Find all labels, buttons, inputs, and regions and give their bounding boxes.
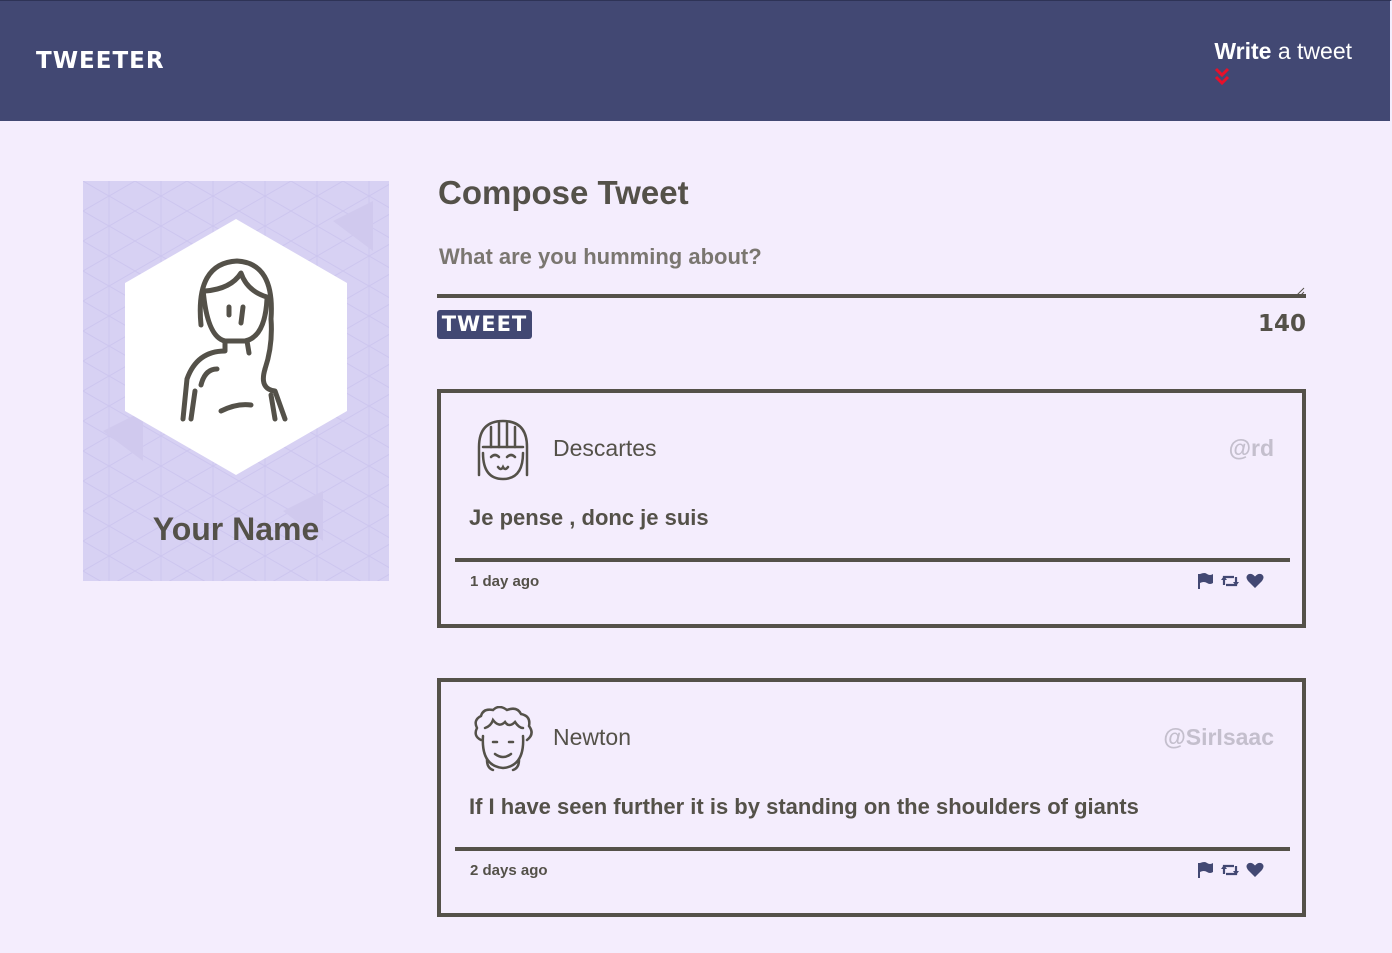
tweet-card: Descartes @rd Je pense , donc je suis 1 … <box>437 389 1306 628</box>
profile-avatar <box>125 219 347 475</box>
resize-grip-icon[interactable] <box>1296 287 1305 296</box>
tweet-author-name: Newton <box>553 724 631 750</box>
write-tweet-label-rest: a tweet <box>1271 38 1352 64</box>
user-avatar-icon <box>477 419 529 481</box>
character-counter: 140 <box>1257 311 1306 337</box>
write-tweet-toggle[interactable]: Write a tweet <box>1214 37 1352 86</box>
tweet-actions <box>1195 571 1265 591</box>
tweet-divider <box>455 847 1290 851</box>
write-tweet-label-bold: Write <box>1214 38 1272 64</box>
retweet-icon[interactable] <box>1220 571 1240 591</box>
profile-name: Your Name <box>152 511 320 547</box>
retweet-icon[interactable] <box>1220 860 1240 880</box>
tweet-timestamp: 1 day ago <box>470 573 540 590</box>
profile-card: Your Name <box>83 181 389 581</box>
tweet-content: Je pense , donc je suis <box>469 505 709 530</box>
tweet-actions <box>1195 860 1265 880</box>
tweet-card: Newton @SirIsaac If I have seen further … <box>437 678 1306 917</box>
heart-icon[interactable] <box>1245 571 1265 591</box>
user-avatar-icon <box>474 706 533 772</box>
double-chevron-down-icon[interactable] <box>1214 67 1230 87</box>
heart-icon[interactable] <box>1245 860 1265 880</box>
flag-icon[interactable] <box>1195 860 1215 880</box>
compose-tweet-input[interactable] <box>437 234 1306 298</box>
tweet-author-handle[interactable]: @rd <box>1229 435 1274 462</box>
tweet-author-name: Descartes <box>553 435 657 461</box>
flag-icon[interactable] <box>1195 571 1215 591</box>
tweet-divider <box>455 558 1290 562</box>
tweet-author-handle[interactable]: @SirIsaac <box>1163 724 1274 751</box>
tweet-submit-button[interactable]: TWEET <box>437 310 532 339</box>
navbar: TWEETER Write a tweet <box>0 0 1392 121</box>
compose-title: Compose Tweet <box>438 174 689 211</box>
tweet-timestamp: 2 days ago <box>470 862 548 879</box>
brand-logo[interactable]: TWEETER <box>36 47 165 75</box>
tweet-content: If I have seen further it is by standing… <box>469 794 1139 819</box>
